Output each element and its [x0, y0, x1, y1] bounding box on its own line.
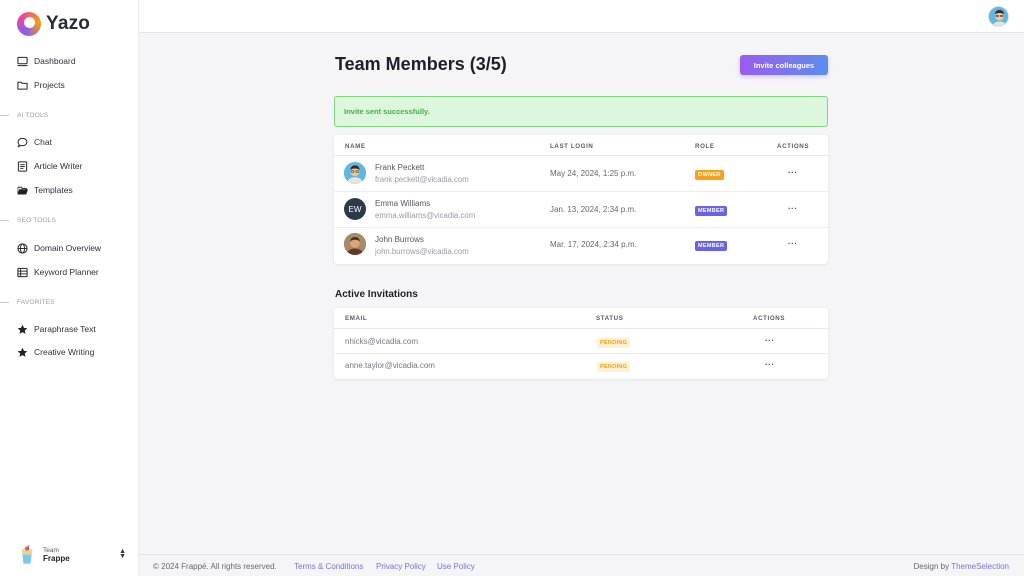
- table-row[interactable]: Frank Peckett frank.peckett@vicadia.com …: [334, 156, 828, 192]
- table-row[interactable]: EW Emma Williams emma.williams@vicadia.c…: [334, 192, 828, 228]
- active-invitations-table: EMAIL STATUS ACTIONS nhicks@vicadia.com …: [334, 308, 828, 379]
- sidebar-item-creative-writing[interactable]: Creative Writing: [17, 345, 94, 359]
- sidebar-item-paraphrase-text[interactable]: Paraphrase Text: [17, 322, 96, 336]
- column-header-last-login[interactable]: LAST LOGIN: [550, 143, 593, 150]
- folder-icon: [17, 80, 28, 91]
- sidebar-item-label: Article Writer: [34, 161, 83, 171]
- sidebar-item-label: Domain Overview: [34, 243, 101, 253]
- app-logo[interactable]: Yazo: [17, 12, 90, 36]
- sidebar-item-article-writer[interactable]: Article Writer: [17, 159, 83, 173]
- column-header-name[interactable]: NAME: [345, 143, 366, 150]
- status-badge-pending: PENDING: [597, 338, 630, 348]
- member-last-login: May 24, 2024, 1:25 p.m.: [550, 169, 636, 178]
- role-badge-owner: OWNER: [695, 170, 724, 180]
- sidebar-item-label: Creative Writing: [34, 347, 94, 357]
- team-members-table: NAME LAST LOGIN ROLE ACTIONS Frank Pecke…: [334, 135, 828, 264]
- folder-open-icon: [17, 185, 28, 196]
- row-actions-menu-icon[interactable]: ···: [788, 168, 798, 177]
- table-row[interactable]: John Burrows john.burrows@vicadia.com Ma…: [334, 228, 828, 264]
- member-avatar: [344, 162, 366, 184]
- column-header-actions: ACTIONS: [753, 315, 785, 322]
- member-email: frank.peckett@vicadia.com: [375, 175, 469, 184]
- member-avatar: [344, 233, 366, 255]
- row-actions-menu-icon[interactable]: ···: [788, 239, 798, 248]
- table-row[interactable]: nhicks@vicadia.com PENDING ···: [334, 329, 828, 354]
- avatar-photo: [344, 233, 366, 255]
- table-icon: [17, 267, 28, 278]
- app-name: Yazo: [46, 13, 90, 35]
- sidebar-item-label: Dashboard: [34, 56, 76, 66]
- team-avatar: [18, 544, 36, 566]
- row-actions-menu-icon[interactable]: ···: [765, 360, 775, 369]
- footer-design-prefix: Design by: [914, 562, 950, 571]
- chat-bubble-icon: [17, 137, 28, 148]
- sidebar-item-projects[interactable]: Projects: [17, 78, 65, 92]
- sidebar-item-label: Chat: [34, 137, 52, 147]
- team-name: Frappe: [43, 554, 70, 563]
- sidebar-item-chat[interactable]: Chat: [17, 135, 52, 149]
- member-avatar-initials: EW: [344, 198, 366, 220]
- section-label-ai-tools: AI TOOLS: [0, 112, 48, 119]
- section-label-favorites: FAVORITES: [0, 299, 55, 306]
- user-avatar-image: [989, 7, 1009, 27]
- sidebar-item-keyword-planner[interactable]: Keyword Planner: [17, 265, 99, 279]
- footer-link-privacy[interactable]: Privacy Policy: [376, 562, 426, 571]
- logo-icon: [17, 12, 41, 36]
- invitation-email: nhicks@vicadia.com: [345, 337, 418, 346]
- frappe-drink-icon: [18, 544, 36, 566]
- sidebar-item-domain-overview[interactable]: Domain Overview: [17, 241, 101, 255]
- success-alert: Invite sent successfully.: [334, 96, 828, 127]
- avatar-photo: [344, 162, 366, 184]
- globe-icon: [17, 243, 28, 254]
- sidebar-item-label: Templates: [34, 185, 73, 195]
- member-last-login: Jan. 13, 2024, 2:34 p.m.: [550, 205, 636, 214]
- column-header-actions: ACTIONS: [777, 143, 809, 150]
- footer-link-themeselection[interactable]: ThemeSelection: [951, 562, 1009, 571]
- document-icon: [17, 161, 28, 172]
- sidebar-item-label: Keyword Planner: [34, 267, 99, 277]
- member-last-login: Mar. 17, 2024, 2:34 p.m.: [550, 240, 637, 249]
- monitor-icon: [17, 56, 28, 67]
- column-header-role[interactable]: ROLE: [695, 143, 715, 150]
- team-label: Team: [43, 547, 70, 554]
- star-icon: [17, 324, 28, 335]
- table-header: EMAIL STATUS ACTIONS: [334, 308, 828, 329]
- user-avatar[interactable]: [988, 6, 1009, 27]
- status-badge-pending: PENDING: [597, 362, 630, 372]
- member-name: Emma Williams: [375, 199, 430, 208]
- sidebar-item-label: Projects: [34, 80, 65, 90]
- role-badge-member: MEMBER: [695, 206, 727, 216]
- member-email: emma.williams@vicadia.com: [375, 211, 475, 220]
- chevron-up-down-icon[interactable]: ▲▼: [119, 549, 126, 559]
- invitation-email: anne.taylor@vicadia.com: [345, 361, 435, 370]
- sidebar-item-templates[interactable]: Templates: [17, 183, 73, 197]
- table-header: NAME LAST LOGIN ROLE ACTIONS: [334, 135, 828, 156]
- role-badge-member: MEMBER: [695, 241, 727, 251]
- team-switcher[interactable]: Team Frappe ▲▼: [18, 544, 126, 566]
- table-row[interactable]: anne.taylor@vicadia.com PENDING ···: [334, 354, 828, 379]
- row-actions-menu-icon[interactable]: ···: [765, 336, 775, 345]
- footer-link-use-policy[interactable]: Use Policy: [437, 562, 475, 571]
- page-footer: © 2024 Frappé. All rights reserved. Term…: [139, 554, 1024, 576]
- active-invitations-title: Active Invitations: [335, 289, 418, 300]
- row-actions-menu-icon[interactable]: ···: [788, 204, 798, 213]
- sidebar-item-label: Paraphrase Text: [34, 324, 96, 334]
- column-header-email[interactable]: EMAIL: [345, 315, 367, 322]
- invite-colleagues-button[interactable]: Invite colleagues: [740, 55, 828, 75]
- footer-design-credit: Design by ThemeSelection: [914, 562, 1009, 571]
- section-label-seo-tools: SEO TOOLS: [0, 217, 56, 224]
- page-title: Team Members (3/5): [335, 54, 507, 75]
- footer-copyright: © 2024 Frappé. All rights reserved.: [153, 562, 277, 571]
- footer-link-terms[interactable]: Terms & Conditions: [294, 562, 363, 571]
- member-email: john.burrows@vicadia.com: [375, 247, 469, 256]
- member-name: John Burrows: [375, 235, 424, 244]
- top-header: [139, 0, 1024, 33]
- sidebar: Yazo Dashboard Projects AI TOOLS Chat Ar…: [0, 0, 139, 576]
- column-header-status[interactable]: STATUS: [596, 315, 623, 322]
- star-icon: [17, 347, 28, 358]
- member-name: Frank Peckett: [375, 163, 424, 172]
- sidebar-item-dashboard[interactable]: Dashboard: [17, 54, 76, 68]
